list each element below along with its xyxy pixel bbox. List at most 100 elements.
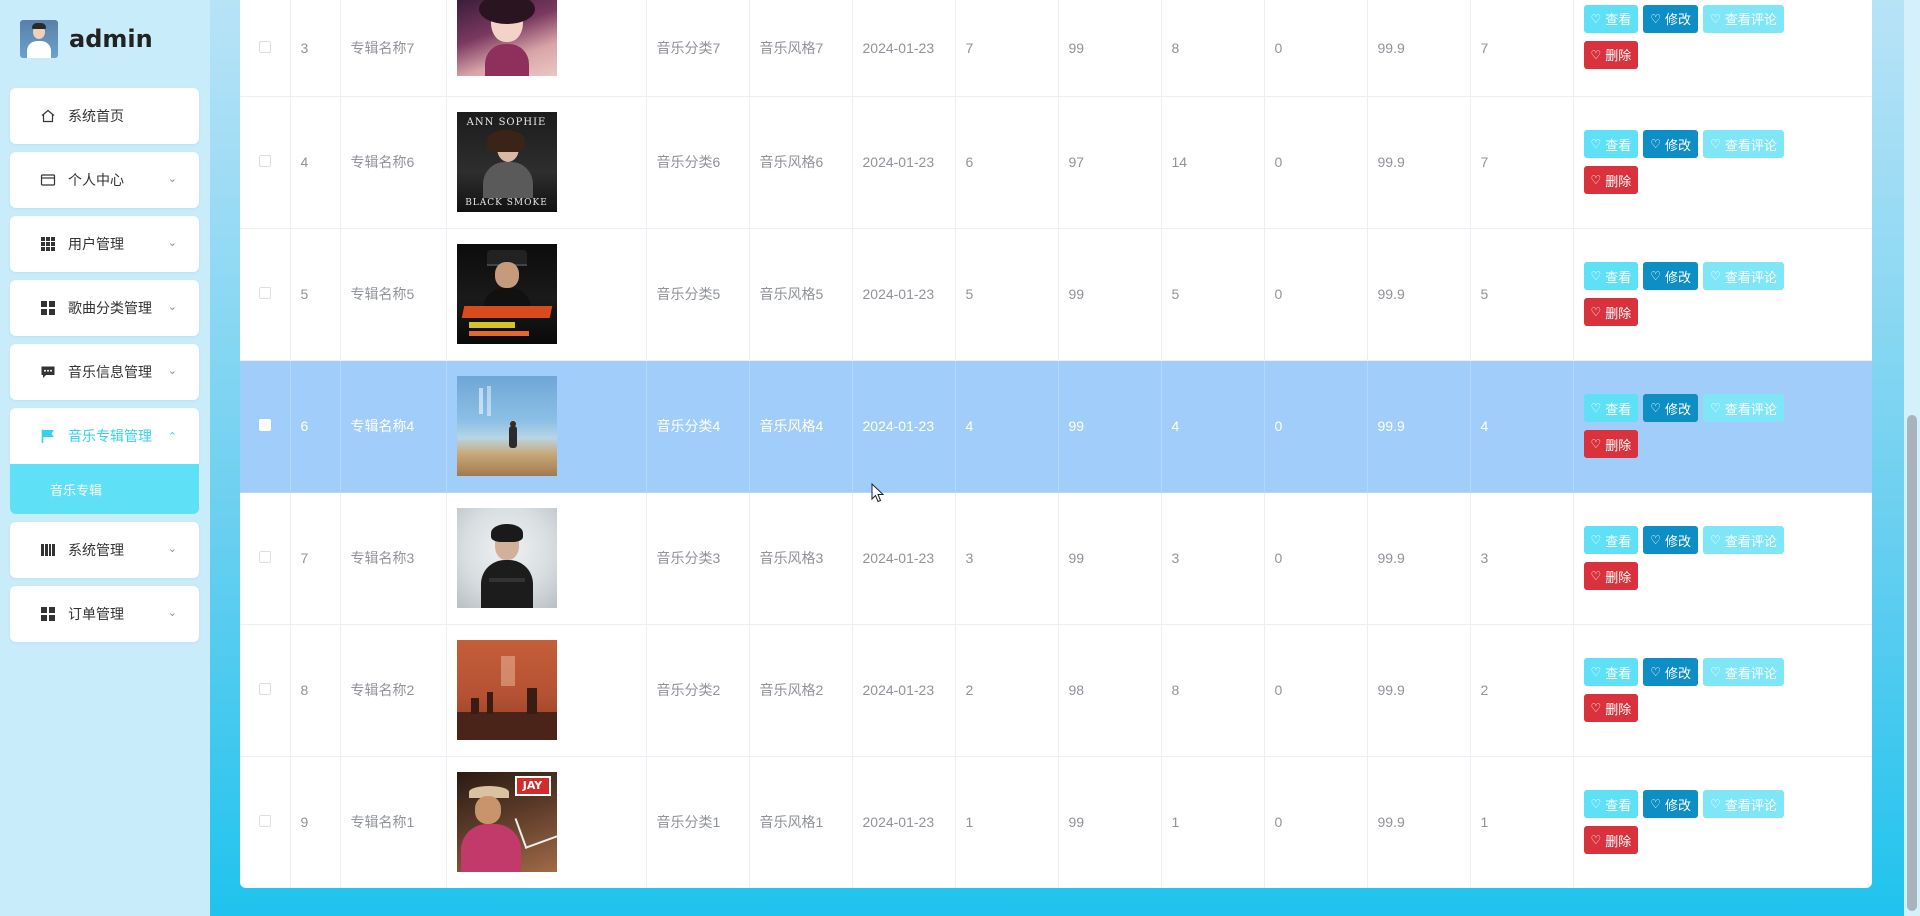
- index-cell: 8: [290, 624, 341, 757]
- username: admin: [69, 25, 153, 53]
- view-button[interactable]: ♡ 查看: [1583, 262, 1639, 290]
- row-checkbox-cell[interactable]: [240, 756, 291, 888]
- value-cell: 7: [1470, 0, 1574, 97]
- album-name-cell: 专辑名称4: [340, 360, 447, 493]
- sidebar-item-music-album[interactable]: 音乐专辑管理 ⌃: [10, 408, 199, 464]
- album-cover-image[interactable]: JAY: [456, 772, 557, 872]
- table-row[interactable]: 8 专辑名称2 音乐分类2 音乐风格2 2024-01-23 2 98 8 0 …: [240, 624, 1872, 757]
- table-row-selected[interactable]: 6 专辑名称4 音乐分类4 音乐风格4 2024-01-23 4 99 4 0: [240, 360, 1872, 493]
- edit-button[interactable]: ♡ 修改: [1643, 4, 1699, 33]
- table-row[interactable]: 3 专辑名称7 音乐分类7 音乐风格7 2024-01-23 7 99 8 0 …: [240, 0, 1872, 97]
- row-checkbox[interactable]: [258, 815, 271, 827]
- table-row[interactable]: 5 专辑名称5 音乐分类5 音乐风格5 2024-01-23 5 99 5 0 …: [240, 228, 1872, 361]
- album-name-cell: 专辑名称5: [340, 228, 447, 361]
- album-cover-image[interactable]: ANN SOPHIE BLACK SMOKE: [456, 112, 557, 212]
- value-cell: 99: [1058, 360, 1162, 493]
- view-reviews-button[interactable]: ♡ 查看评论: [1703, 394, 1784, 422]
- row-checkbox-cell[interactable]: [240, 360, 291, 493]
- album-cover-image[interactable]: [456, 508, 557, 608]
- value-cell: 99.9: [1367, 492, 1471, 625]
- vertical-scrollbar[interactable]: [1904, 0, 1920, 916]
- view-reviews-button[interactable]: ♡ 查看评论: [1703, 130, 1784, 158]
- album-cover-image[interactable]: [456, 244, 557, 344]
- value-cell: 0: [1264, 0, 1368, 97]
- row-checkbox-cell[interactable]: [240, 0, 291, 97]
- edit-button[interactable]: ♡ 修改: [1643, 394, 1699, 422]
- delete-button[interactable]: ♡ 删除: [1583, 298, 1639, 326]
- row-checkbox-cell[interactable]: [240, 624, 291, 757]
- sidebar-item-orders[interactable]: 订单管理 ⌄: [10, 586, 199, 642]
- sidebar-item-users[interactable]: 用户管理 ⌄: [10, 216, 199, 272]
- value-cell: 0: [1264, 360, 1368, 493]
- delete-button[interactable]: ♡ 删除: [1583, 430, 1639, 458]
- chevron-down-icon: ⌄: [167, 543, 177, 555]
- index-cell: 6: [290, 360, 341, 493]
- row-checkbox[interactable]: [258, 683, 271, 695]
- edit-button[interactable]: ♡ 修改: [1643, 658, 1699, 686]
- view-reviews-button[interactable]: ♡ 查看评论: [1703, 658, 1784, 686]
- edit-button[interactable]: ♡ 修改: [1643, 130, 1699, 158]
- album-cover-image[interactable]: [456, 640, 557, 740]
- view-button[interactable]: ♡ 查看: [1583, 526, 1639, 554]
- delete-button[interactable]: ♡ 删除: [1583, 562, 1639, 590]
- edit-button[interactable]: ♡ 修改: [1643, 526, 1699, 554]
- table-row[interactable]: 4 专辑名称6 ANN SOPHIE BLACK SMOKE 音乐分类6 音乐风…: [240, 96, 1872, 229]
- category-cell: 音乐分类6: [646, 96, 750, 229]
- submenu-item-album[interactable]: 音乐专辑: [10, 464, 199, 514]
- view-button[interactable]: ♡ 查看: [1583, 4, 1639, 33]
- view-reviews-button[interactable]: ♡ 查看评论: [1703, 526, 1784, 554]
- grid-icon: [40, 236, 56, 252]
- index-cell: 5: [290, 228, 341, 361]
- heart-icon: ♡: [1710, 269, 1721, 283]
- sidebar-item-profile[interactable]: 个人中心 ⌄: [10, 152, 199, 208]
- heart-icon: ♡: [1650, 137, 1662, 151]
- row-checkbox[interactable]: [258, 40, 271, 53]
- view-button[interactable]: ♡ 查看: [1583, 790, 1639, 818]
- category-cell: 音乐分类2: [646, 624, 750, 757]
- row-checkbox-cell[interactable]: [240, 492, 291, 625]
- delete-button[interactable]: ♡ 删除: [1583, 166, 1639, 194]
- index-cell: 3: [290, 0, 341, 97]
- value-cell: 99: [1058, 756, 1162, 888]
- heart-icon: ♡: [1590, 437, 1602, 451]
- album-cover-cell: [446, 492, 647, 625]
- row-checkbox-cell[interactable]: [240, 96, 291, 229]
- sidebar-item-home[interactable]: 系统首页: [10, 88, 199, 144]
- row-checkbox[interactable]: [258, 551, 271, 563]
- row-checkbox[interactable]: [258, 287, 271, 299]
- delete-button[interactable]: ♡ 删除: [1583, 694, 1639, 722]
- view-button[interactable]: ♡ 查看: [1583, 394, 1639, 422]
- view-button[interactable]: ♡ 查看: [1583, 130, 1639, 158]
- delete-button[interactable]: ♡ 删除: [1583, 40, 1639, 69]
- sidebar-item-song-category[interactable]: 歌曲分类管理 ⌄: [10, 280, 199, 336]
- style-cell: 音乐风格2: [749, 624, 853, 757]
- view-reviews-button[interactable]: ♡ 查看评论: [1703, 790, 1784, 818]
- row-checkbox[interactable]: [258, 419, 271, 431]
- category-cell: 音乐分类5: [646, 228, 750, 361]
- delete-button[interactable]: ♡ 删除: [1583, 826, 1639, 854]
- scrollbar-thumb[interactable]: [1907, 415, 1917, 911]
- avatar[interactable]: [20, 20, 58, 58]
- view-reviews-button[interactable]: ♡ 查看评论: [1703, 262, 1784, 290]
- index-cell: 9: [290, 756, 341, 888]
- album-cover-image[interactable]: [456, 0, 557, 76]
- sidebar-item-system[interactable]: 系统管理 ⌄: [10, 522, 199, 578]
- edit-button[interactable]: ♡ 修改: [1643, 790, 1699, 818]
- table-row[interactable]: 9 专辑名称1 JAY 音乐分类1 音乐风格1 2024-01-23 1 99: [240, 756, 1872, 888]
- view-reviews-button[interactable]: ♡ 查看评论: [1703, 4, 1784, 33]
- album-cover-image[interactable]: [456, 376, 557, 476]
- edit-button[interactable]: ♡ 修改: [1643, 262, 1699, 290]
- view-button[interactable]: ♡ 查看: [1583, 658, 1639, 686]
- album-name-cell: 专辑名称7: [340, 0, 447, 97]
- table-row[interactable]: 7 专辑名称3 音乐分类3 音乐风格3 2024-01-23 3 99 3 0: [240, 492, 1872, 625]
- sidebar-item-label: 用户管理: [68, 236, 124, 252]
- row-checkbox[interactable]: [258, 155, 271, 167]
- sidebar-item-music-info[interactable]: 音乐信息管理 ⌄: [10, 344, 199, 400]
- value-cell: 7: [955, 0, 1059, 97]
- row-checkbox-cell[interactable]: [240, 228, 291, 361]
- category-cell: 音乐分类4: [646, 360, 750, 493]
- style-cell: 音乐风格3: [749, 492, 853, 625]
- apps-icon: [40, 606, 56, 622]
- value-cell: 97: [1058, 96, 1162, 229]
- date-cell: 2024-01-23: [852, 96, 956, 229]
